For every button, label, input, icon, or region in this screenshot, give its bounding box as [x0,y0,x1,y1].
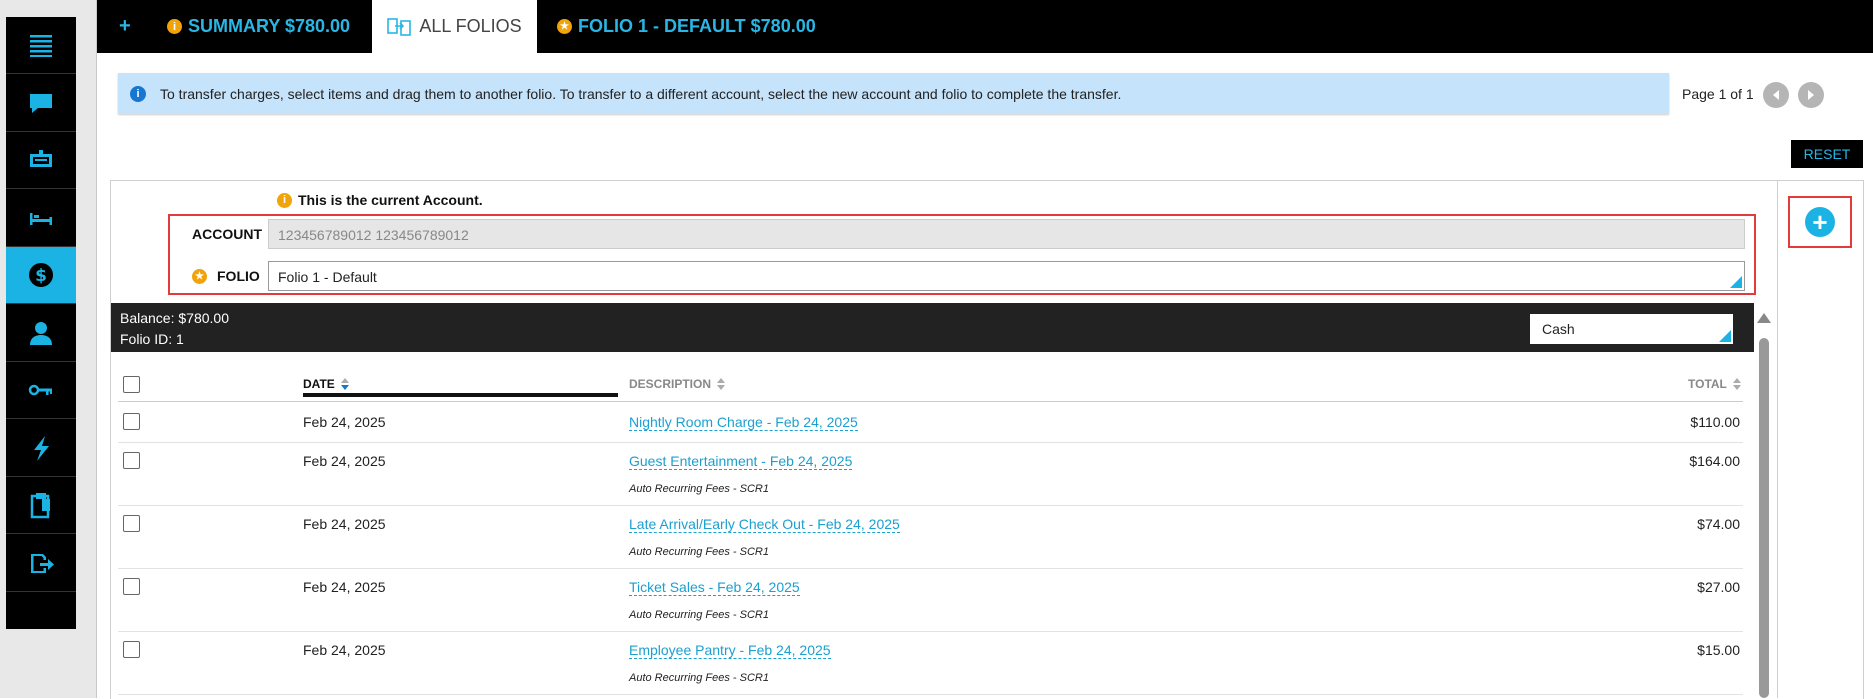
row-checkbox[interactable] [123,452,140,469]
bed-icon[interactable] [6,190,76,247]
row-date: Feb 24, 2025 [303,516,386,532]
folio-select-value: Folio 1 - Default [278,269,377,285]
add-tab-label: + [119,15,131,37]
row-divider [118,442,1743,443]
warning-icon: i [277,192,292,208]
star-icon: ★ [557,19,572,34]
folio-select[interactable]: Folio 1 - Default [268,261,1745,291]
reset-button[interactable]: RESET [1791,140,1863,168]
info-icon: i [130,85,146,102]
tab-bar: + i SUMMARY $780.00 ALL FOLIOS ★ FOLIO 1… [97,0,1873,53]
plus-circle-icon: + [1805,207,1835,237]
row-total: $27.00 [1697,579,1740,595]
menu-icon[interactable] [6,17,76,74]
page-indicator: Page 1 of 1 [1682,86,1754,102]
folio-id-text: Folio ID: 1 [120,331,184,347]
lightning-icon[interactable] [6,420,76,477]
row-divider [118,694,1743,695]
folio-label-group: ★ FOLIO [192,268,260,284]
sort-icon [1732,378,1741,390]
dropdown-corner-icon [1719,330,1731,342]
star-icon: ★ [192,268,207,284]
tab-summary-label: SUMMARY $780.00 [188,16,351,36]
total-header-label: TOTAL [1688,377,1727,391]
tab-folio-1-label: FOLIO 1 - DEFAULT $780.00 [578,16,816,36]
payment-method-select[interactable]: Cash [1530,314,1733,344]
balance-bar: Balance: $780.00 Folio ID: 1 Cash [111,303,1754,352]
row-divider [118,568,1743,569]
row-divider [118,631,1743,632]
row-description-link[interactable]: Employee Pantry - Feb 24, 2025 [629,642,831,659]
current-account-text: This is the current Account. [298,192,483,208]
add-folio-button[interactable]: + [1788,196,1852,248]
reservation-icon[interactable] [6,132,76,189]
row-checkbox[interactable] [123,641,140,658]
add-tab-button[interactable]: + [119,0,131,53]
account-label: ACCOUNT [192,226,262,242]
current-account-note: i This is the current Account. [277,192,483,208]
tab-summary[interactable]: i SUMMARY $780.00 [167,0,350,53]
tab-all-folios-label: ALL FOLIOS [419,16,522,36]
transfer-icon [387,17,412,36]
row-divider [118,505,1743,506]
tab-folio-1[interactable]: ★ FOLIO 1 - DEFAULT $780.00 [557,0,816,53]
description-column-header[interactable]: DESCRIPTION [629,377,726,391]
info-icon: i [167,19,182,34]
date-column-header[interactable]: DATE [303,377,349,391]
tab-all-folios[interactable]: ALL FOLIOS [372,0,537,53]
guest-icon[interactable] [6,305,76,362]
row-total: $15.00 [1697,642,1740,658]
row-total: $110.00 [1690,414,1740,430]
next-page-button[interactable] [1798,82,1824,108]
sort-icon [340,378,349,390]
row-subtext: Auto Recurring Fees - SCR1 [629,483,769,495]
sort-icon [717,378,726,390]
row-date: Feb 24, 2025 [303,642,386,658]
account-field: 123456789012 123456789012 [268,219,1745,249]
scrollbar-thumb[interactable] [1759,338,1769,698]
row-date: Feb 24, 2025 [303,414,386,430]
row-description-link[interactable]: Ticket Sales - Feb 24, 2025 [629,579,800,596]
panel-divider [1777,181,1778,698]
row-total: $164.00 [1689,453,1740,469]
sorted-column-underline [303,393,618,397]
row-date: Feb 24, 2025 [303,453,386,469]
folio-label: FOLIO [217,268,260,284]
balance-text: Balance: $780.00 [120,310,229,326]
payment-method-value: Cash [1542,321,1575,337]
previous-page-button[interactable] [1763,82,1789,108]
row-subtext: Auto Recurring Fees - SCR1 [629,672,769,684]
row-total: $74.00 [1697,516,1740,532]
total-column-header[interactable]: TOTAL [1688,377,1741,391]
nav-rail: $ [6,17,76,629]
description-header-label: DESCRIPTION [629,377,712,391]
row-checkbox[interactable] [123,515,140,532]
export-icon[interactable] [6,535,76,592]
select-all-checkbox[interactable] [123,376,140,393]
chevron-right-icon [1808,90,1814,100]
info-banner: i To transfer charges, select items and … [118,73,1669,114]
svg-text:$: $ [35,266,47,286]
date-header-label: DATE [303,377,335,391]
row-description-link[interactable]: Guest Entertainment - Feb 24, 2025 [629,453,853,470]
row-date: Feb 24, 2025 [303,579,386,595]
row-description-link[interactable]: Late Arrival/Early Check Out - Feb 24, 2… [629,516,900,533]
scroll-up-arrow[interactable] [1757,313,1771,323]
row-subtext: Auto Recurring Fees - SCR1 [629,546,769,558]
info-banner-text: To transfer charges, select items and dr… [160,85,1122,102]
chevron-left-icon [1773,90,1779,100]
clipboard-icon[interactable] [6,477,76,534]
row-description-link[interactable]: Nightly Room Charge - Feb 24, 2025 [629,414,858,431]
chat-icon[interactable] [6,75,76,132]
row-subtext: Auto Recurring Fees - SCR1 [629,609,769,621]
row-checkbox[interactable] [123,413,140,430]
header-divider [118,401,1743,402]
dropdown-corner-icon [1730,276,1742,288]
dollar-icon[interactable]: $ [6,247,76,304]
key-icon[interactable] [6,362,76,419]
row-checkbox[interactable] [123,578,140,595]
